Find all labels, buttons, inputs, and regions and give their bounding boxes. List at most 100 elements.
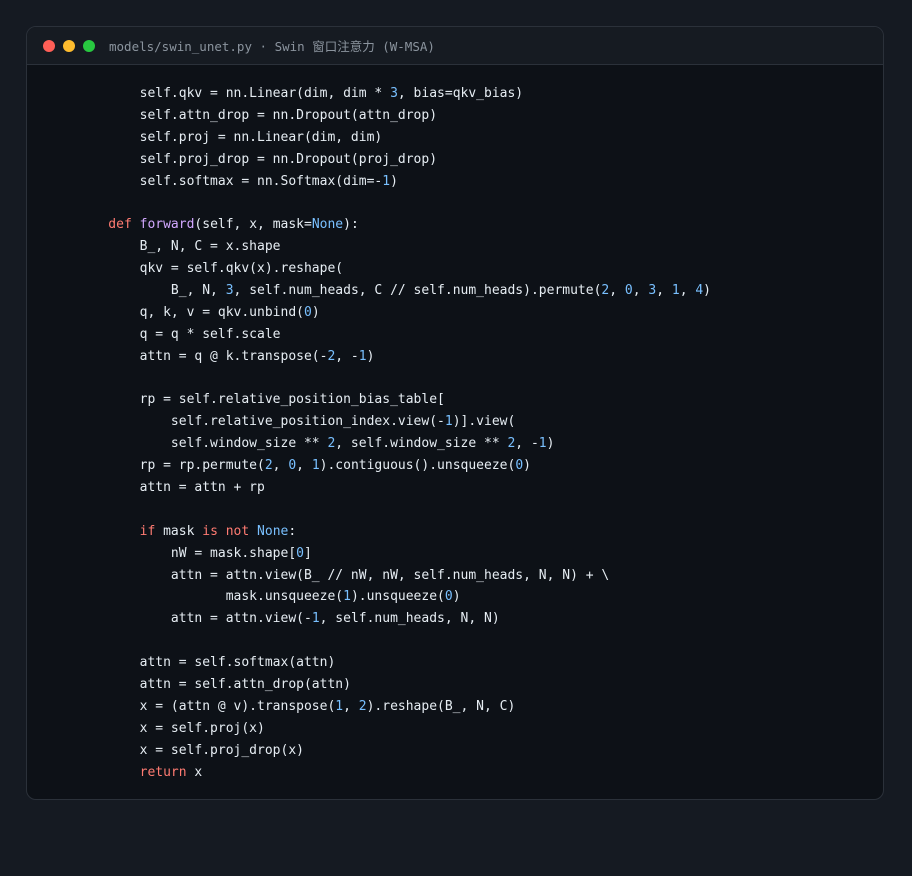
- code-token: 1: [538, 436, 547, 452]
- code-window: models/swin_unet.py · Swin 窗口注意力 (W-MSA)…: [26, 26, 884, 800]
- code-token: rp = rp.permute(: [77, 458, 265, 474]
- code-token: x = self.proj_drop(x): [77, 742, 304, 758]
- code-token: 1: [358, 348, 367, 364]
- code-token: self.qkv = nn.Linear(dim, dim *: [77, 86, 391, 101]
- code-token: ): [703, 283, 711, 299]
- code-line: self.proj = nn.Linear(dim, dim): [77, 127, 883, 149]
- code-token: ]: [303, 545, 312, 561]
- code-line: qkv = self.qkv(x).reshape(: [77, 258, 883, 280]
- code-token: 1: [343, 589, 351, 605]
- code-token: 0: [444, 589, 453, 605]
- code-line: def forward(self, x, mask=None):: [77, 214, 883, 236]
- code-line: x = self.proj(x): [77, 718, 883, 740]
- code-line: return x: [77, 762, 883, 784]
- code-token: def: [77, 217, 132, 233]
- code-token: forward: [139, 217, 195, 233]
- code-line: attn = self.attn_drop(attn): [77, 674, 883, 696]
- window-title: models/swin_unet.py · Swin 窗口注意力 (W-MSA): [109, 39, 435, 54]
- code-token: ,: [632, 283, 649, 299]
- code-token: ): [452, 589, 461, 605]
- code-line: q, k, v = qkv.unbind(0): [77, 302, 883, 324]
- code-line: nW = mask.shape[0]: [77, 543, 883, 565]
- title-bar: models/swin_unet.py · Swin 窗口注意力 (W-MSA): [27, 27, 883, 65]
- close-button[interactable]: [43, 39, 55, 52]
- code-token: ,: [343, 698, 359, 714]
- code-token: )].view(: [452, 414, 516, 430]
- code-token: attn = self.softmax(attn): [77, 655, 336, 671]
- code-line: self.relative_position_index.view(-1)].v…: [77, 411, 883, 433]
- code-line: self.window_size ** 2, self.window_size …: [77, 433, 883, 455]
- code-token: qkv = self.qkv(x).reshape(: [77, 261, 344, 277]
- code-token: ).reshape(B_, N, C): [366, 698, 516, 714]
- code-token: ): [523, 458, 531, 474]
- code-token: B_, N, C = x.shape: [77, 239, 281, 255]
- code-token: , self.num_heads, C // self.num_heads).p…: [233, 283, 602, 299]
- code-token: ): [390, 173, 398, 189]
- code-token: ).unsqueeze(: [350, 589, 445, 605]
- code-token: self.attn_drop = nn.Dropout(attn_drop): [77, 107, 438, 123]
- code-token: 3: [225, 283, 234, 299]
- code-token: attn = attn + rp: [77, 480, 265, 496]
- code-token: ): [546, 436, 555, 452]
- code-token: 0: [624, 283, 633, 299]
- code-token: self.proj = nn.Linear(dim, dim): [77, 129, 383, 145]
- code-token: , self.window_size **: [335, 436, 508, 452]
- code-token: x = self.proj(x): [77, 720, 265, 736]
- code-token: q = q * self.scale: [77, 326, 281, 342]
- minimize-button[interactable]: [63, 39, 75, 52]
- code-token: 1: [444, 414, 453, 430]
- code-token: attn = q @ k.transpose(-: [77, 348, 328, 364]
- code-line: self.softmax = nn.Softmax(dim=-1): [77, 171, 883, 193]
- code-token: attn = attn.view(-: [77, 611, 312, 627]
- code-line: x = (attn @ v).transpose(1, 2).reshape(B…: [77, 696, 883, 718]
- code-token: q, k, v = qkv.unbind(: [77, 304, 304, 320]
- code-token: None: [311, 217, 344, 233]
- code-token: ,: [656, 283, 672, 299]
- code-line: mask.unsqueeze(1).unsqueeze(0): [77, 586, 883, 608]
- code-line: self.proj_drop = nn.Dropout(proj_drop): [77, 149, 883, 171]
- code-token: self.window_size **: [77, 436, 328, 452]
- code-token: ): [366, 348, 375, 364]
- code-token: 0: [296, 545, 304, 561]
- code-token: nW = mask.shape[: [77, 545, 297, 561]
- code-token: return: [77, 764, 187, 780]
- code-token: None: [257, 523, 289, 539]
- code-token: self.softmax = nn.Softmax(dim=-: [77, 173, 383, 189]
- code-line: q = q * self.scale: [77, 324, 883, 346]
- code-line: x = self.proj_drop(x): [77, 740, 883, 762]
- code-token: B_, N,: [77, 283, 226, 299]
- code-token: (self, x, mask=: [194, 217, 312, 233]
- code-editor[interactable]: self.qkv = nn.Linear(dim, dim * 3, bias=…: [27, 66, 883, 784]
- code-token: attn = attn.view(B_ // nW, nW, self.num_…: [77, 567, 610, 583]
- code-token: 2: [264, 458, 273, 474]
- code-token: ,: [296, 458, 312, 474]
- code-line: attn = attn + rp: [77, 477, 883, 499]
- code-token: 1: [382, 173, 391, 189]
- code-token: self.proj_drop = nn.Dropout(proj_drop): [77, 151, 438, 167]
- code-token: 3: [390, 86, 398, 101]
- code-token: ).contiguous().unsqueeze(: [319, 458, 516, 474]
- code-token: ): [311, 304, 320, 320]
- maximize-button[interactable]: [83, 39, 95, 52]
- code-token: 1: [335, 698, 344, 714]
- code-token: self.relative_position_index.view(-: [77, 414, 445, 430]
- code-line: attn = self.softmax(attn): [77, 652, 883, 674]
- code-token: ,: [609, 283, 625, 299]
- code-line: if mask is not None:: [77, 521, 883, 543]
- code-token: 1: [311, 611, 320, 627]
- code-token: , self.num_heads, N, N): [319, 611, 500, 627]
- code-token: :: [288, 523, 297, 539]
- code-token: rp = self.relative_position_bias_table[: [77, 392, 445, 408]
- code-token: , -: [335, 348, 359, 364]
- code-token: 0: [303, 304, 312, 320]
- code-line: attn = attn.view(-1, self.num_heads, N, …: [77, 608, 883, 630]
- code-token: ,: [272, 458, 289, 474]
- code-line: rp = rp.permute(2, 0, 1).contiguous().un…: [77, 455, 883, 477]
- code-token: 2: [358, 698, 367, 714]
- code-token: x = (attn @ v).transpose(: [77, 698, 336, 714]
- code-token: if: [77, 523, 156, 539]
